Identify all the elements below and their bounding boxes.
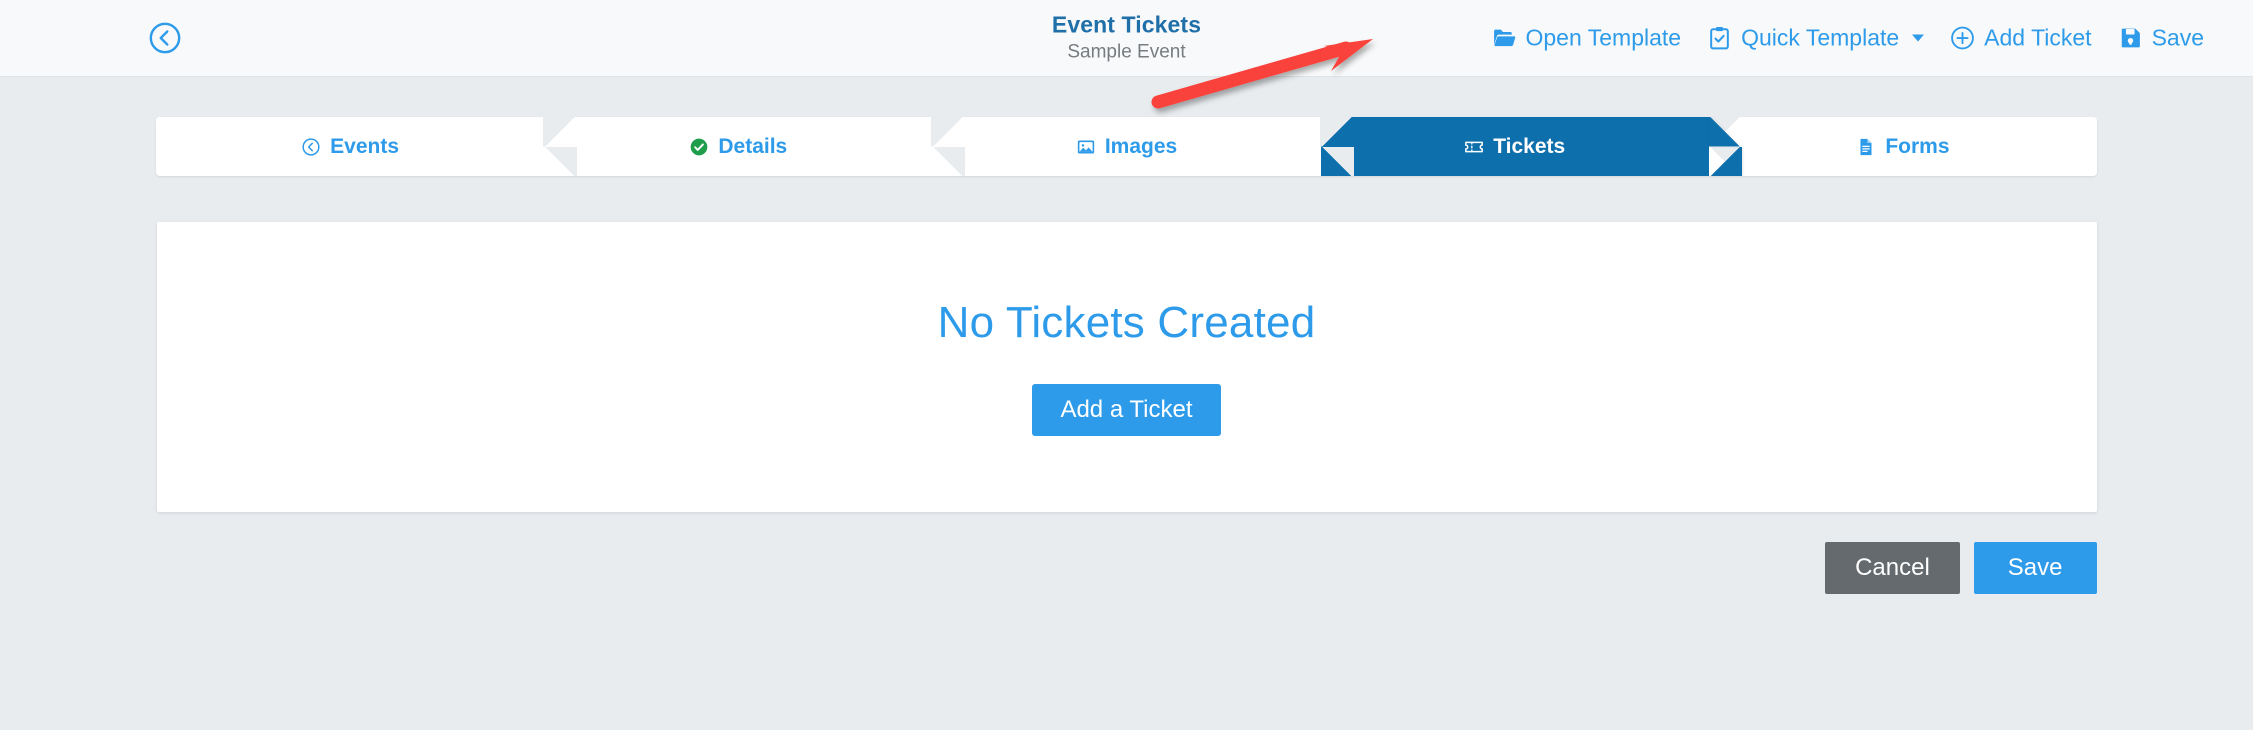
add-ticket-button[interactable]: Add Ticket <box>1937 22 2104 55</box>
save-label-header: Save <box>2151 24 2204 51</box>
back-button[interactable] <box>148 21 182 55</box>
page-subtitle: Sample Event <box>1067 41 1186 63</box>
page-title: Event Tickets <box>1051 11 1202 38</box>
wizard-step-label: Forms <box>1885 134 1950 158</box>
file-lines-icon <box>1856 137 1876 157</box>
chevron-down-icon <box>1912 34 1925 42</box>
app-header: Event Tickets Sample Event Open Template <box>0 0 2253 77</box>
quick-template-label: Quick Template <box>1741 24 1900 51</box>
wizard-step-label: Details <box>718 134 788 158</box>
wizard-step-details[interactable]: Details <box>543 117 966 176</box>
folder-open-icon <box>1492 26 1517 51</box>
floppy-disk-icon <box>2118 26 2143 51</box>
circle-check-icon <box>689 137 709 157</box>
ticket-icon <box>1464 137 1484 157</box>
footer-actions: Cancel Save <box>157 542 2097 595</box>
quick-template-button[interactable]: Quick Template <box>1694 22 1937 55</box>
cancel-button[interactable]: Cancel <box>1825 542 1960 595</box>
wizard-step-images[interactable]: Images <box>931 117 1354 176</box>
wizard-step-label: Tickets <box>1493 134 1566 158</box>
step-wizard: Events Details Images Tickets Forms <box>156 117 2097 176</box>
circle-chevron-left-icon <box>301 137 321 157</box>
clipboard-check-icon <box>1707 26 1732 51</box>
open-template-label: Open Template <box>1525 24 1682 51</box>
wizard-step-tickets[interactable]: Tickets <box>1319 117 1709 176</box>
header-actions: Open Template Quick Template Add Ticket <box>1479 22 2218 55</box>
header-title-block: Event Tickets Sample Event <box>1052 11 1201 66</box>
save-button-header[interactable]: Save <box>2105 22 2217 55</box>
wizard-step-label: Images <box>1104 134 1178 158</box>
add-ticket-label: Add Ticket <box>1984 24 2092 51</box>
wizard-container: Events Details Images Tickets Forms <box>156 117 2097 176</box>
image-icon <box>1076 137 1096 157</box>
wizard-step-forms[interactable]: Forms <box>1707 117 2097 176</box>
wizard-step-events[interactable]: Events <box>156 117 578 176</box>
open-template-button[interactable]: Open Template <box>1479 22 1695 55</box>
empty-state-title: No Tickets Created <box>937 297 1316 347</box>
tickets-content-card: No Tickets Created Add a Ticket <box>156 222 2097 512</box>
circle-chevron-left-icon <box>148 21 182 55</box>
save-button[interactable]: Save <box>1973 542 2097 595</box>
plus-circle-icon <box>1950 26 1975 51</box>
wizard-step-label: Events <box>330 134 400 158</box>
add-a-ticket-button[interactable]: Add a Ticket <box>1032 383 1221 437</box>
